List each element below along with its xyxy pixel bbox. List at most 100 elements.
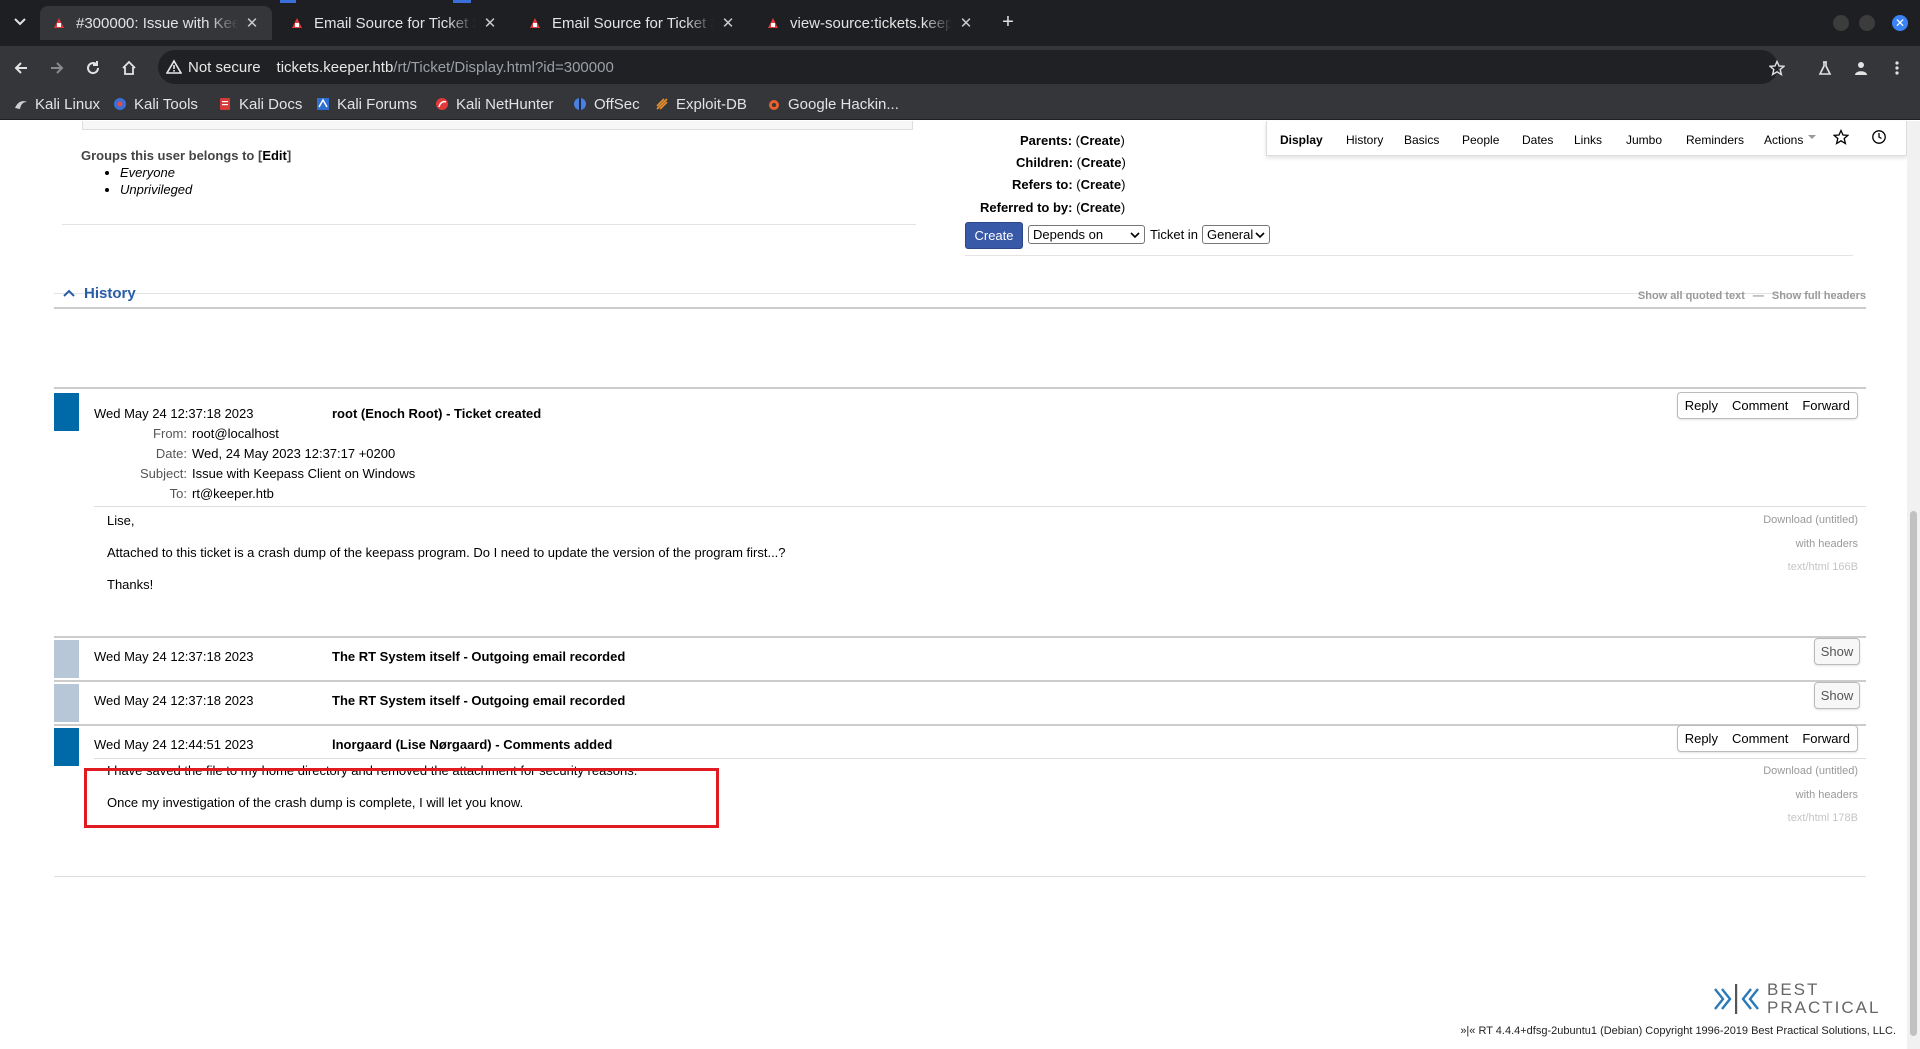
children-create-link[interactable]: Create bbox=[1081, 155, 1121, 170]
new-tab-button[interactable]: + bbox=[994, 8, 1022, 36]
ghdb-icon bbox=[769, 100, 779, 110]
bookmark-kali-forums[interactable]: Kali Forums bbox=[316, 94, 417, 114]
show-button[interactable]: Show bbox=[1814, 682, 1860, 709]
star-icon[interactable] bbox=[1833, 129, 1849, 145]
bookmark-google-hacking[interactable]: Google Hackin... bbox=[767, 94, 899, 114]
menu-jumbo[interactable]: Jumbo bbox=[1626, 133, 1662, 147]
kali-docs-icon bbox=[220, 98, 230, 110]
menu-display[interactable]: Display bbox=[1280, 133, 1323, 147]
groups-edit-link[interactable]: Edit bbox=[262, 148, 287, 163]
relation-select[interactable]: Depends on bbox=[1028, 225, 1145, 244]
page-scrollbar[interactable] bbox=[1907, 121, 1920, 1049]
with-headers-link[interactable]: with headers bbox=[1796, 538, 1858, 550]
address-bar[interactable]: Not secure tickets.keeper.htb/rt/Ticket/… bbox=[158, 50, 1778, 84]
scrollbar-thumb[interactable] bbox=[1910, 511, 1917, 1036]
header-key-from: From: bbox=[120, 426, 187, 442]
tab-ticket-display[interactable]: #300000: Issue with Keepass Client on Wi… bbox=[40, 6, 272, 40]
reply-button[interactable]: Reply bbox=[1678, 398, 1725, 413]
select-arrow-icon bbox=[1255, 231, 1265, 238]
show-quoted-link[interactable]: Show all quoted text bbox=[1638, 290, 1745, 302]
refers-to-create-link[interactable]: Create bbox=[1081, 177, 1121, 192]
divider bbox=[94, 758, 1866, 759]
menu-history[interactable]: History bbox=[1346, 133, 1383, 147]
tab-close-icon[interactable]: ✕ bbox=[958, 14, 974, 32]
transaction-date: Wed May 24 12:44:51 2023 bbox=[94, 737, 254, 752]
tab-close-icon[interactable]: ✕ bbox=[482, 14, 498, 32]
menu-dates[interactable]: Dates bbox=[1522, 133, 1553, 147]
browser-menu-icon[interactable] bbox=[1884, 55, 1910, 81]
download-link[interactable]: Download (untitled) bbox=[1763, 514, 1858, 526]
header-key: From: bbox=[153, 426, 187, 441]
history-divider bbox=[54, 307, 1866, 309]
queue-select[interactable]: General bbox=[1202, 225, 1270, 244]
download-link[interactable]: Download (untitled) bbox=[1763, 765, 1858, 777]
tab-close-icon[interactable]: ✕ bbox=[244, 14, 260, 32]
security-indicator[interactable]: Not secure bbox=[166, 59, 261, 76]
bookmark-exploit-db[interactable]: Exploit-DB bbox=[655, 94, 747, 114]
show-button[interactable]: Show bbox=[1814, 638, 1860, 665]
tab-label: Email Source for Ticket 300000 bbox=[552, 14, 714, 32]
bookmark-kali-docs[interactable]: Kali Docs bbox=[218, 94, 302, 114]
menu-links[interactable]: Links bbox=[1574, 133, 1602, 147]
bookmark-label: OffSec bbox=[594, 95, 640, 113]
offsec-icon bbox=[574, 98, 586, 110]
bookmark-label: Google Hackin... bbox=[788, 95, 899, 113]
forward-button[interactable]: Forward bbox=[1795, 731, 1857, 746]
bookmark-kali-nethunter[interactable]: Kali NetHunter bbox=[435, 94, 554, 114]
tab-view-source[interactable]: view-source:tickets.keeper.htb ✕ bbox=[754, 6, 986, 40]
menu-basics[interactable]: Basics bbox=[1404, 133, 1439, 147]
url-path: /rt/Ticket/Display.html?id=300000 bbox=[393, 58, 614, 76]
comment-button[interactable]: Comment bbox=[1725, 398, 1795, 413]
url-host: tickets.keeper.htb bbox=[276, 58, 394, 76]
home-button[interactable] bbox=[116, 55, 142, 81]
referred-by-row: Referred to by: (Create) bbox=[980, 200, 1126, 215]
with-headers-link[interactable]: with headers bbox=[1796, 789, 1858, 801]
maximize-button[interactable] bbox=[1859, 15, 1875, 31]
forward-button[interactable] bbox=[44, 55, 70, 81]
show-headers-link[interactable]: Show full headers bbox=[1772, 290, 1866, 302]
close-window-button[interactable]: ✕ bbox=[1892, 15, 1908, 31]
menu-people[interactable]: People bbox=[1462, 133, 1499, 147]
collapse-caret-icon[interactable] bbox=[62, 286, 76, 300]
labs-flask-icon[interactable] bbox=[1812, 55, 1838, 81]
tab-label: #300000: Issue with Keepass Client on Wi… bbox=[76, 14, 238, 32]
create-link-button[interactable]: Create bbox=[965, 222, 1023, 249]
tab-search-dropdown-icon[interactable] bbox=[8, 10, 32, 34]
tab-close-icon[interactable]: ✕ bbox=[720, 14, 736, 32]
attachment-meta: text/html 166B bbox=[1787, 561, 1858, 573]
best-practical-mark-icon bbox=[1714, 984, 1759, 1014]
bookmark-kali-linux[interactable]: Kali Linux bbox=[14, 94, 100, 114]
profile-icon[interactable] bbox=[1848, 55, 1874, 81]
bookmark-offsec[interactable]: OffSec bbox=[573, 94, 640, 114]
tab-email-source-2[interactable]: Email Source for Ticket 300000 ✕ bbox=[516, 6, 748, 40]
tab-label: view-source:tickets.keeper.htb bbox=[790, 14, 952, 32]
minimize-button[interactable] bbox=[1833, 15, 1849, 31]
forward-button[interactable]: Forward bbox=[1795, 398, 1857, 413]
reload-button[interactable] bbox=[80, 55, 106, 81]
transaction-actions: Reply Comment Forward bbox=[1676, 392, 1858, 419]
bookmark-star-icon[interactable] bbox=[1764, 55, 1790, 81]
comment-button[interactable]: Comment bbox=[1725, 731, 1795, 746]
actions-dropdown-icon[interactable] bbox=[1807, 133, 1817, 141]
tab-label: Email Source for Ticket 300000 bbox=[314, 14, 476, 32]
menu-actions[interactable]: Actions bbox=[1764, 133, 1803, 147]
back-arrow-icon bbox=[14, 62, 27, 74]
menu-reminders[interactable]: Reminders bbox=[1686, 133, 1744, 147]
parents-create-link[interactable]: Create bbox=[1080, 133, 1120, 148]
transaction-marker bbox=[54, 728, 79, 766]
reply-button[interactable]: Reply bbox=[1678, 731, 1725, 746]
parents-label: Parents: bbox=[1020, 133, 1073, 148]
url-text[interactable]: tickets.keeper.htb/rt/Ticket/Display.htm… bbox=[277, 59, 614, 76]
tab-email-source-1[interactable]: Email Source for Ticket 300000 ✕ bbox=[278, 6, 510, 40]
groups-heading: Groups this user belongs to [Edit] bbox=[81, 148, 292, 163]
bookmark-kali-tools[interactable]: Kali Tools bbox=[113, 94, 198, 114]
back-button[interactable] bbox=[8, 55, 34, 81]
transaction-marker bbox=[54, 684, 79, 722]
transaction-date: Wed May 24 12:37:18 2023 bbox=[94, 649, 254, 664]
referred-by-create-link[interactable]: Create bbox=[1080, 200, 1120, 215]
divider bbox=[965, 255, 1853, 256]
transaction-date: Wed May 24 12:37:18 2023 bbox=[94, 406, 254, 421]
transaction-marker bbox=[54, 393, 79, 431]
transaction-date: Wed May 24 12:37:18 2023 bbox=[94, 693, 254, 708]
clock-icon[interactable] bbox=[1871, 129, 1887, 145]
